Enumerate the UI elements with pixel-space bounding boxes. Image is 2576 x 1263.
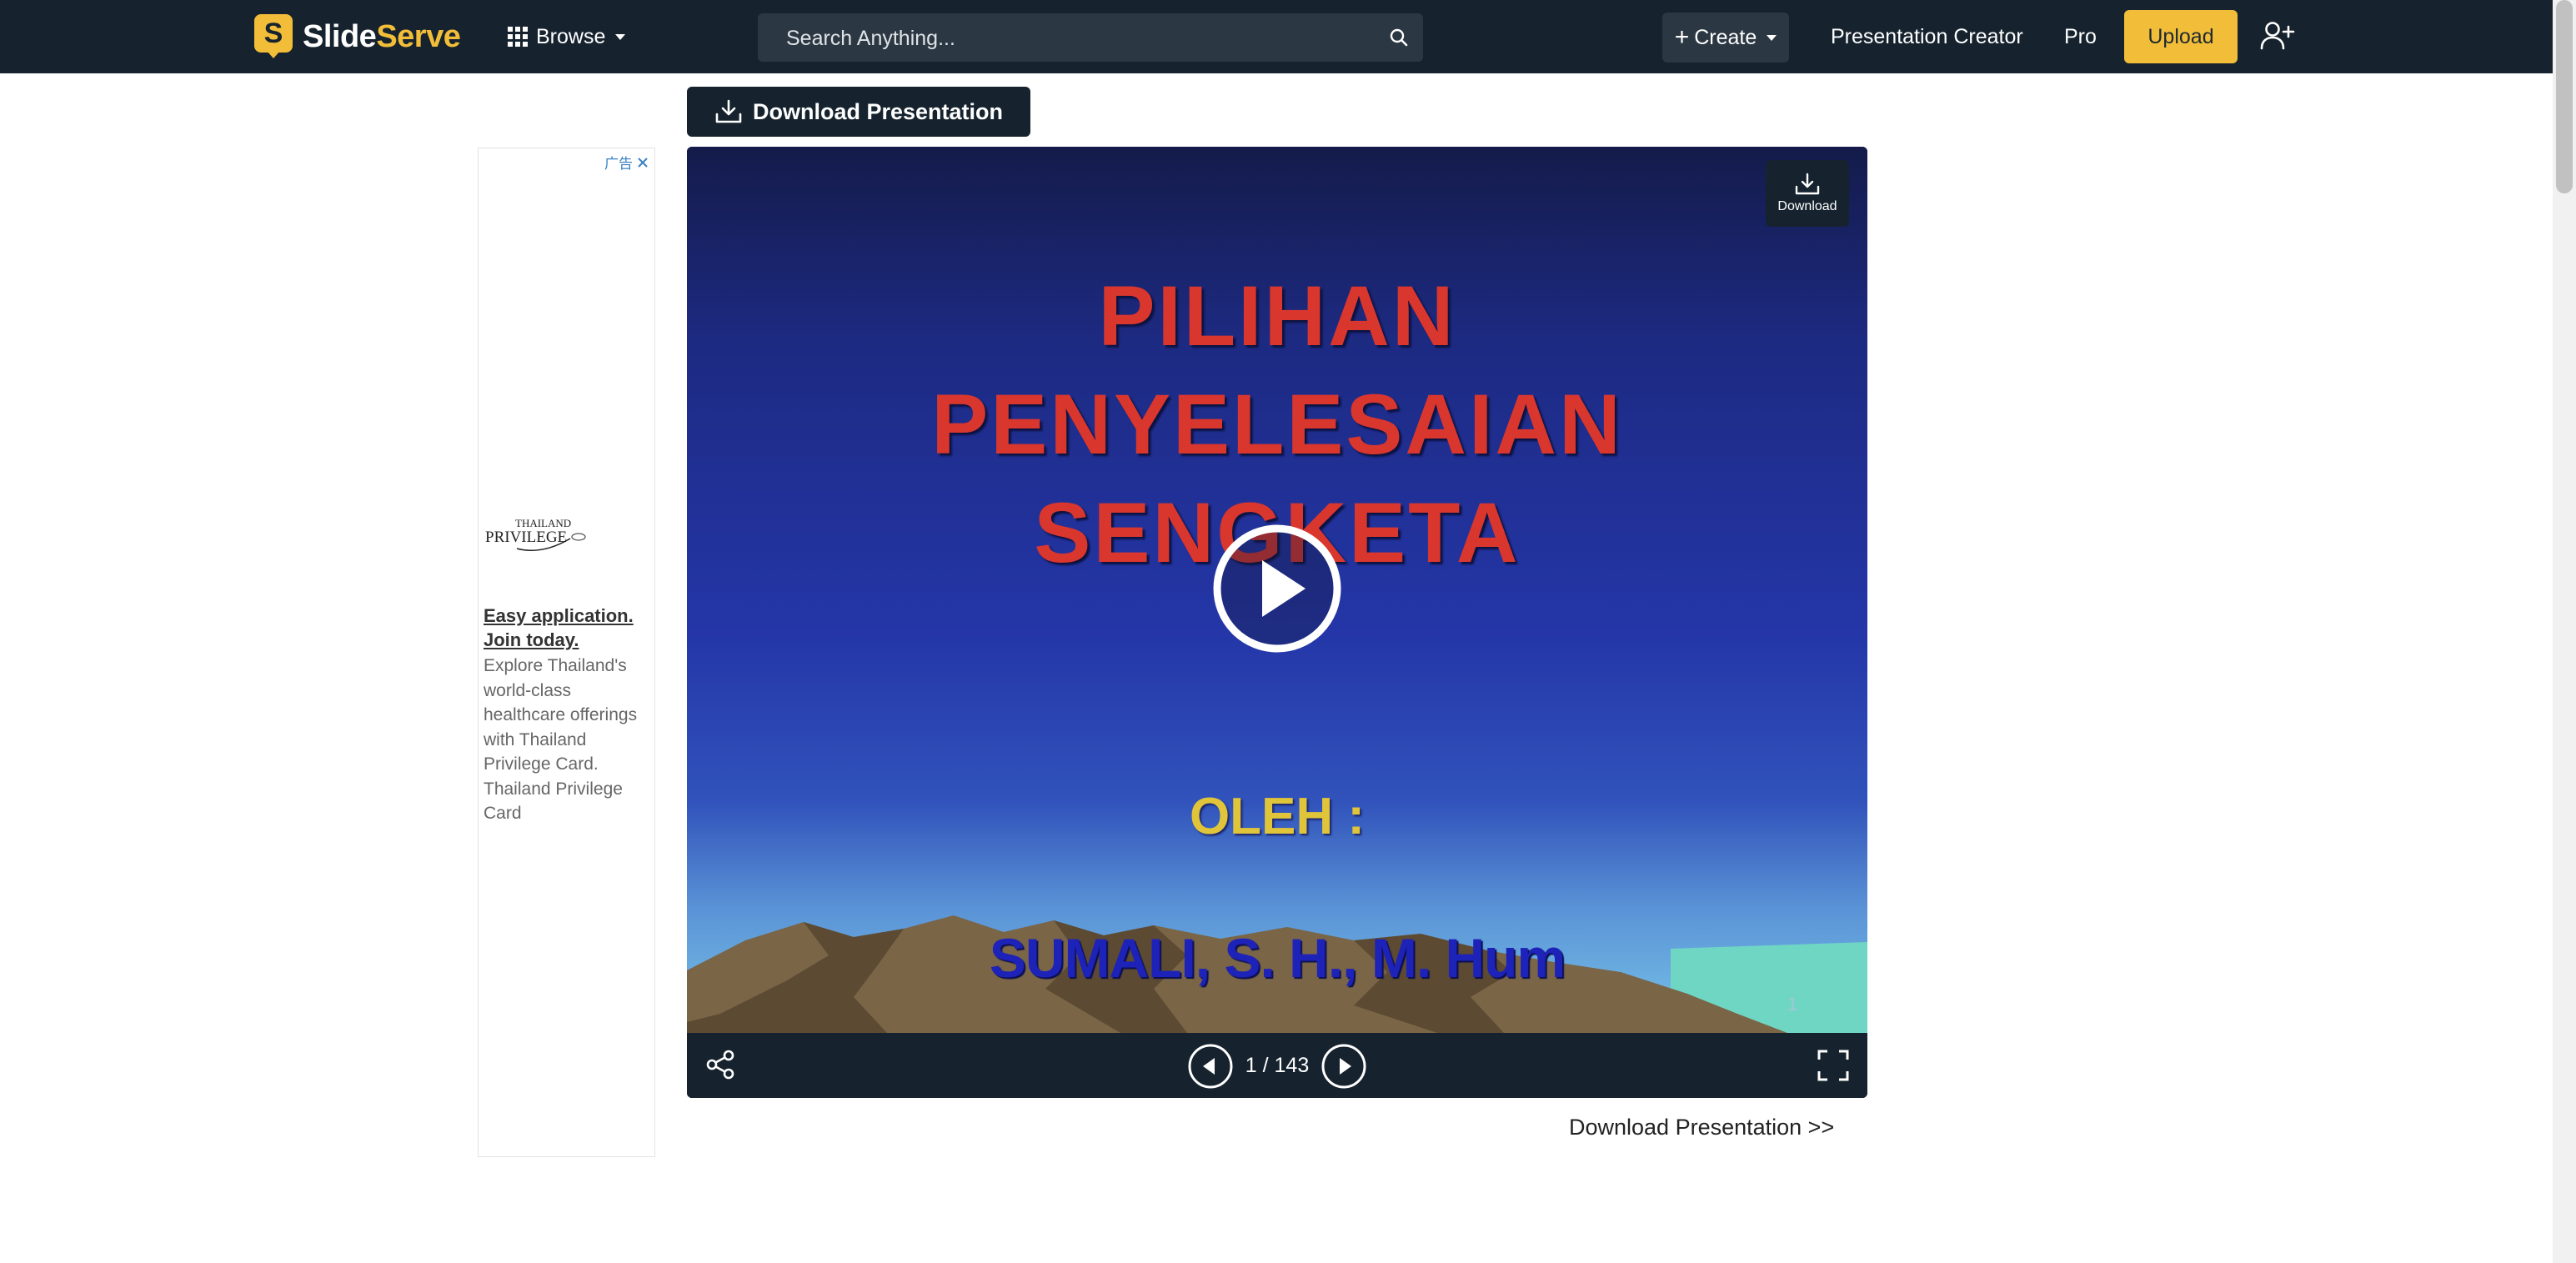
logo-text-part1: Slide: [303, 18, 377, 54]
chevron-down-icon: [615, 33, 626, 40]
slide-title-line: PENYELESAIAN: [931, 377, 1623, 472]
presentation-creator-link[interactable]: Presentation Creator: [1831, 20, 2023, 53]
logo-text-part2: Serve: [376, 18, 461, 54]
ad-body-text: Explore Thailand's world-class healthcar…: [484, 656, 638, 823]
upload-button[interactable]: Upload: [2124, 10, 2238, 63]
user-plus-icon[interactable]: [2258, 17, 2296, 55]
browse-menu[interactable]: Browse: [508, 20, 626, 53]
download-presentation-button[interactable]: Download Presentation: [687, 87, 1030, 137]
arrow-right-icon[interactable]: [1321, 1043, 1367, 1090]
fullscreen-icon[interactable]: [1817, 1050, 1849, 1081]
ad-logo-text-top: THAILAND: [515, 517, 571, 529]
logo-text: SlideServe: [303, 18, 461, 55]
share-icon[interactable]: [704, 1048, 737, 1081]
thailand-privilege-logo[interactable]: THAILAND PRIVILEGE: [484, 509, 592, 559]
close-icon[interactable]: [636, 156, 649, 169]
scrollbar-thumb[interactable]: [2556, 0, 2573, 193]
slide-image[interactable]: PILIHAN PENYELESAIAN SENGKETA OLEH : SUM…: [687, 147, 1867, 1033]
slide-counter: 1 / 143: [1245, 1054, 1310, 1077]
ad-logo-text-bottom: PRIVILEGE: [485, 529, 567, 546]
download-presentation-link[interactable]: Download Presentation >>: [1569, 1112, 1834, 1142]
create-button[interactable]: + Create: [1662, 13, 1789, 63]
play-icon[interactable]: [1210, 522, 1344, 655]
chevron-down-icon: [1767, 34, 1777, 41]
slide-page-number: 1: [1787, 994, 1798, 1015]
presentation-viewer: PILIHAN PENYELESAIAN SENGKETA OLEH : SUM…: [687, 147, 1867, 1098]
browse-label: Browse: [536, 24, 606, 48]
search-icon[interactable]: [1388, 27, 1410, 48]
plus-icon: +: [1674, 23, 1690, 51]
pro-link[interactable]: Pro: [2064, 20, 2097, 53]
download-icon: [1795, 173, 1820, 195]
ad-panel: 广告 THAILAND PRIVILEGE Easy application. …: [478, 148, 655, 1157]
ad-badge[interactable]: 广告: [604, 152, 649, 173]
page-scrollbar[interactable]: [2553, 0, 2576, 1263]
viewer-controls: 1 / 143: [687, 1033, 1867, 1098]
create-label: Create: [1694, 25, 1757, 49]
corner-download-label: Download: [1777, 199, 1837, 213]
slideserve-logo[interactable]: S SlideServe: [254, 10, 461, 63]
grid-icon: [508, 27, 528, 47]
download-presentation-label: Download Presentation: [752, 98, 1004, 124]
slide-by-label: OLEH :: [1189, 788, 1366, 845]
search-input[interactable]: [784, 13, 1363, 63]
logo-mark-letter: S: [254, 14, 293, 53]
slide-author: SUMALI, S. H., M. Hum: [989, 927, 1566, 989]
ad-title-link[interactable]: Easy application. Join today.: [484, 604, 647, 652]
arrow-left-icon[interactable]: [1187, 1043, 1234, 1090]
search-box: [758, 13, 1423, 63]
ad-badge-label: 广告: [604, 156, 633, 172]
corner-download-button[interactable]: Download: [1766, 160, 1849, 227]
top-navbar: S SlideServe Browse + Create Presentatio…: [0, 0, 2553, 73]
logo-mark: S: [254, 14, 293, 59]
slide-title-line: PILIHAN: [1098, 268, 1456, 363]
download-icon: [715, 99, 742, 123]
